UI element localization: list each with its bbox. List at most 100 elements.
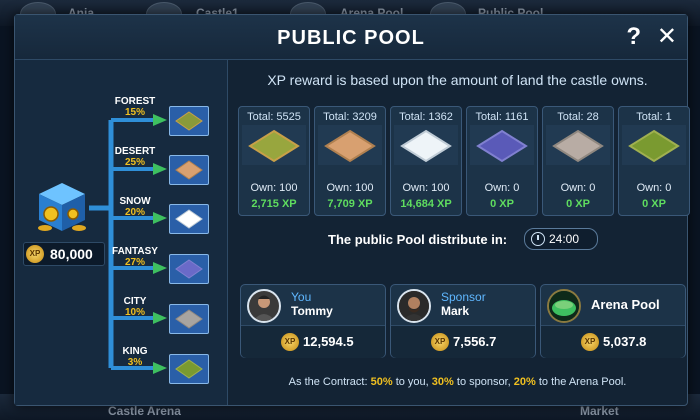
land-card-desert[interactable]: Total: 3209 Own: 100 7,709 XP bbox=[314, 106, 386, 216]
pool-total-xp: XP 80,000 bbox=[23, 242, 105, 266]
participant-share: XP 12,594.5 bbox=[241, 325, 385, 358]
avatar bbox=[397, 289, 431, 323]
land-name: CITY bbox=[123, 296, 147, 307]
fantasy-land-icon bbox=[470, 125, 534, 165]
participant-amount: 12,594.5 bbox=[303, 334, 354, 349]
card-own: Own: 0 bbox=[560, 182, 596, 194]
pool-total-value: 80,000 bbox=[50, 246, 93, 262]
dialog-title: PUBLIC POOL bbox=[277, 27, 425, 49]
land-name: DESERT bbox=[114, 146, 156, 157]
card-own: Own: 0 bbox=[484, 182, 520, 194]
card-xp: 0 XP bbox=[642, 198, 666, 210]
land-name: KING bbox=[122, 346, 148, 357]
tile-king-icon[interactable] bbox=[169, 354, 209, 384]
land-card-snow[interactable]: Total: 1362 Own: 100 14,684 XP bbox=[390, 106, 462, 216]
distribute-timer: 24:00 bbox=[524, 228, 598, 250]
contract-arena-pct: 20% bbox=[513, 376, 536, 388]
contract-prefix: As the Contract: bbox=[288, 376, 368, 388]
timer-value: 24:00 bbox=[549, 232, 580, 246]
help-button[interactable]: ? bbox=[626, 23, 641, 51]
card-own: Own: 100 bbox=[250, 182, 298, 194]
land-label-city: CITY 10% bbox=[107, 296, 163, 318]
participant-sponsor: Sponsor Mark XP 7,556.7 bbox=[390, 284, 536, 358]
distribute-label: The public Pool distribute in: bbox=[328, 232, 508, 247]
card-total: Total: 5525 bbox=[247, 111, 301, 123]
land-pct: 10% bbox=[124, 307, 145, 318]
tile-city-icon[interactable] bbox=[169, 304, 209, 334]
xp-coin-icon: XP bbox=[581, 333, 599, 351]
king-land-icon bbox=[622, 125, 686, 165]
contract-sponsor-text: to sponsor, bbox=[456, 376, 511, 388]
card-own: Own: 100 bbox=[402, 182, 450, 194]
land-label-king: KING 3% bbox=[107, 346, 163, 368]
participant-name: Tommy bbox=[291, 304, 333, 318]
land-card-city[interactable]: Total: 28 Own: 0 0 XP bbox=[542, 106, 614, 216]
card-xp: 14,684 XP bbox=[400, 198, 452, 210]
tile-desert-icon[interactable] bbox=[169, 155, 209, 185]
land-name: FANTASY bbox=[112, 246, 158, 257]
participant-role: Sponsor bbox=[441, 290, 486, 304]
land-name: SNOW bbox=[119, 196, 151, 207]
snow-land-icon bbox=[394, 125, 458, 165]
land-card-fantasy[interactable]: Total: 1161 Own: 0 0 XP bbox=[466, 106, 538, 216]
pool-details: XP reward is based upon the amount of la… bbox=[228, 60, 690, 405]
card-own: Own: 0 bbox=[636, 182, 672, 194]
tile-forest-icon[interactable] bbox=[169, 106, 209, 136]
contract-note: As the Contract: 50% to you, 30% to spon… bbox=[228, 376, 687, 388]
card-total: Total: 1161 bbox=[475, 111, 529, 123]
xp-coin-icon: XP bbox=[281, 333, 299, 351]
arena-pool-icon bbox=[547, 289, 581, 323]
land-label-fantasy: FANTASY 27% bbox=[107, 246, 163, 268]
participant-name: Arena Pool bbox=[591, 297, 660, 312]
participant-share: XP 5,037.8 bbox=[541, 325, 685, 358]
desert-land-icon bbox=[318, 125, 382, 165]
land-card-king[interactable]: Total: 1 Own: 0 0 XP bbox=[618, 106, 690, 216]
participant-share: XP 7,556.7 bbox=[391, 325, 535, 358]
contract-you-text: to you, bbox=[395, 376, 429, 388]
card-xp: 0 XP bbox=[566, 198, 590, 210]
forest-land-icon bbox=[242, 125, 306, 165]
bg-label-market: Market bbox=[580, 404, 619, 418]
participant-amount: 7,556.7 bbox=[453, 334, 497, 349]
card-total: Total: 28 bbox=[557, 111, 599, 123]
land-pct: 25% bbox=[124, 157, 145, 168]
land-label-snow: SNOW 20% bbox=[107, 196, 163, 218]
bg-label-castle-arena: Castle Arena bbox=[108, 404, 181, 418]
dialog-title-bar: PUBLIC POOL ? ✕ bbox=[15, 15, 687, 60]
reward-description: XP reward is based upon the amount of la… bbox=[267, 72, 648, 88]
card-total: Total: 1362 bbox=[399, 111, 453, 123]
tile-snow-icon[interactable] bbox=[169, 204, 209, 234]
land-label-desert: DESERT 25% bbox=[107, 146, 163, 168]
clock-icon bbox=[531, 232, 545, 246]
card-xp: 0 XP bbox=[490, 198, 514, 210]
avatar bbox=[247, 289, 281, 323]
card-own: Own: 100 bbox=[326, 182, 374, 194]
land-card-forest[interactable]: Total: 5525 Own: 100 2,715 XP bbox=[238, 106, 310, 216]
card-xp: 7,709 XP bbox=[327, 198, 373, 210]
land-name: FOREST bbox=[114, 96, 156, 107]
card-total: Total: 3209 bbox=[323, 111, 377, 123]
card-total: Total: 1 bbox=[636, 111, 672, 123]
land-pct: 27% bbox=[124, 257, 145, 268]
land-pct: 3% bbox=[127, 357, 143, 368]
contract-sponsor-pct: 30% bbox=[431, 376, 454, 388]
public-pool-dialog: PUBLIC POOL ? ✕ XP 80,000 FOREST 15% DES… bbox=[14, 14, 690, 406]
xp-coin-icon: XP bbox=[431, 333, 449, 351]
city-land-icon bbox=[546, 125, 610, 165]
contract-you-pct: 50% bbox=[370, 376, 393, 388]
card-xp: 2,715 XP bbox=[251, 198, 297, 210]
land-pct: 20% bbox=[124, 207, 145, 218]
participant-arena-pool: Arena Pool XP 5,037.8 bbox=[540, 284, 686, 358]
participant-amount: 5,037.8 bbox=[603, 334, 647, 349]
participant-name: Mark bbox=[441, 304, 470, 318]
land-distribution-tree: XP 80,000 FOREST 15% DESERT 25% SNOW 20%… bbox=[15, 60, 228, 405]
close-button[interactable]: ✕ bbox=[657, 22, 677, 51]
participant-role: You bbox=[291, 290, 312, 304]
xp-coin-icon: XP bbox=[26, 245, 44, 263]
tile-fantasy-icon[interactable] bbox=[169, 254, 209, 284]
land-pct: 15% bbox=[124, 107, 145, 118]
land-label-forest: FOREST 15% bbox=[107, 96, 163, 118]
participant-you: You Tommy XP 12,594.5 bbox=[240, 284, 386, 358]
contract-arena-text: to the Arena Pool. bbox=[538, 376, 627, 388]
pool-cube-icon bbox=[38, 183, 86, 231]
